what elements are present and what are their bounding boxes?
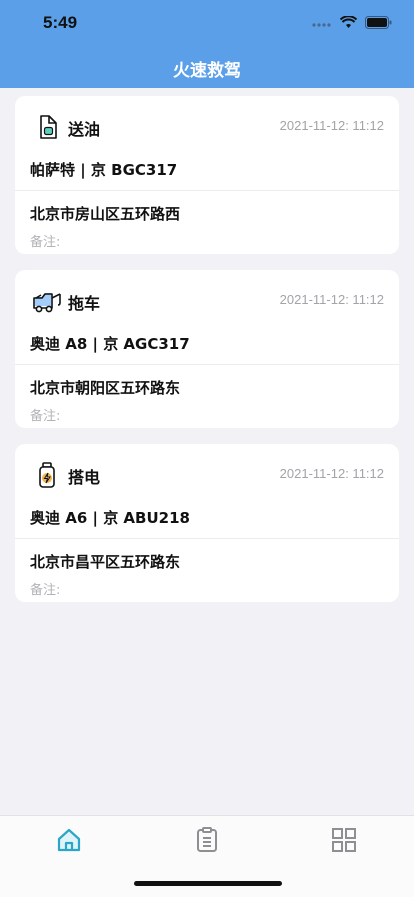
tab-more[interactable] bbox=[324, 820, 364, 860]
service-type: 搭电 bbox=[68, 468, 101, 487]
order-remark: 备注: bbox=[30, 583, 61, 598]
vehicle-info: 奥迪 A8 | 京 AGC317 bbox=[30, 335, 190, 353]
order-card[interactable]: 拖车 2021-11-12: 11:12 奥迪 A8 | 京 AGC317 北京… bbox=[15, 270, 399, 428]
order-address: 北京市朝阳区五环路东 bbox=[30, 379, 181, 397]
clipboard-icon bbox=[197, 827, 217, 852]
order-time: 2021-11-12: 11:12 bbox=[279, 466, 384, 481]
vehicle-info: 帕萨特 | 京 BGC317 bbox=[30, 161, 178, 179]
service-type: 拖车 bbox=[68, 294, 101, 313]
fuel-can-icon bbox=[40, 115, 57, 139]
order-list: 送油 2021-11-12: 11:12 帕萨特 | 京 BGC317 北京市房… bbox=[15, 96, 399, 618]
divider bbox=[15, 364, 399, 365]
service-type: 送油 bbox=[68, 120, 101, 139]
divider bbox=[15, 538, 399, 539]
wifi-icon bbox=[340, 16, 357, 28]
order-card-header: 搭电 2021-11-12: 11:12 bbox=[32, 460, 384, 490]
grid-icon bbox=[332, 828, 356, 852]
order-card-header: 送油 2021-11-12: 11:12 bbox=[32, 112, 384, 142]
status-indicators bbox=[312, 16, 392, 29]
order-remark: 备注: bbox=[30, 409, 61, 424]
tow-truck-icon bbox=[33, 293, 61, 313]
tab-home[interactable] bbox=[49, 820, 89, 860]
page-title: 火速救驾 bbox=[173, 61, 241, 81]
order-address: 北京市房山区五环路西 bbox=[30, 205, 181, 223]
tab-orders[interactable] bbox=[187, 820, 227, 860]
divider bbox=[15, 190, 399, 191]
battery-icon bbox=[39, 462, 55, 488]
home-indicator[interactable] bbox=[134, 881, 282, 886]
home-icon bbox=[57, 828, 81, 852]
order-address: 北京市昌平区五环路东 bbox=[30, 553, 181, 571]
status-time: 5:49 bbox=[43, 13, 78, 32]
signal-icon bbox=[312, 22, 331, 27]
order-remark: 备注: bbox=[30, 235, 61, 250]
app-header: 5:49 火速救驾 bbox=[0, 0, 414, 88]
order-card[interactable]: 送油 2021-11-12: 11:12 帕萨特 | 京 BGC317 北京市房… bbox=[15, 96, 399, 254]
vehicle-info: 奥迪 A6 | 京 ABU218 bbox=[30, 509, 190, 527]
order-card[interactable]: 搭电 2021-11-12: 11:12 奥迪 A6 | 京 ABU218 北京… bbox=[15, 444, 399, 602]
battery-status-icon bbox=[365, 16, 392, 29]
order-time: 2021-11-12: 11:12 bbox=[279, 292, 384, 307]
order-card-header: 拖车 2021-11-12: 11:12 bbox=[32, 286, 384, 316]
order-time: 2021-11-12: 11:12 bbox=[279, 118, 384, 133]
